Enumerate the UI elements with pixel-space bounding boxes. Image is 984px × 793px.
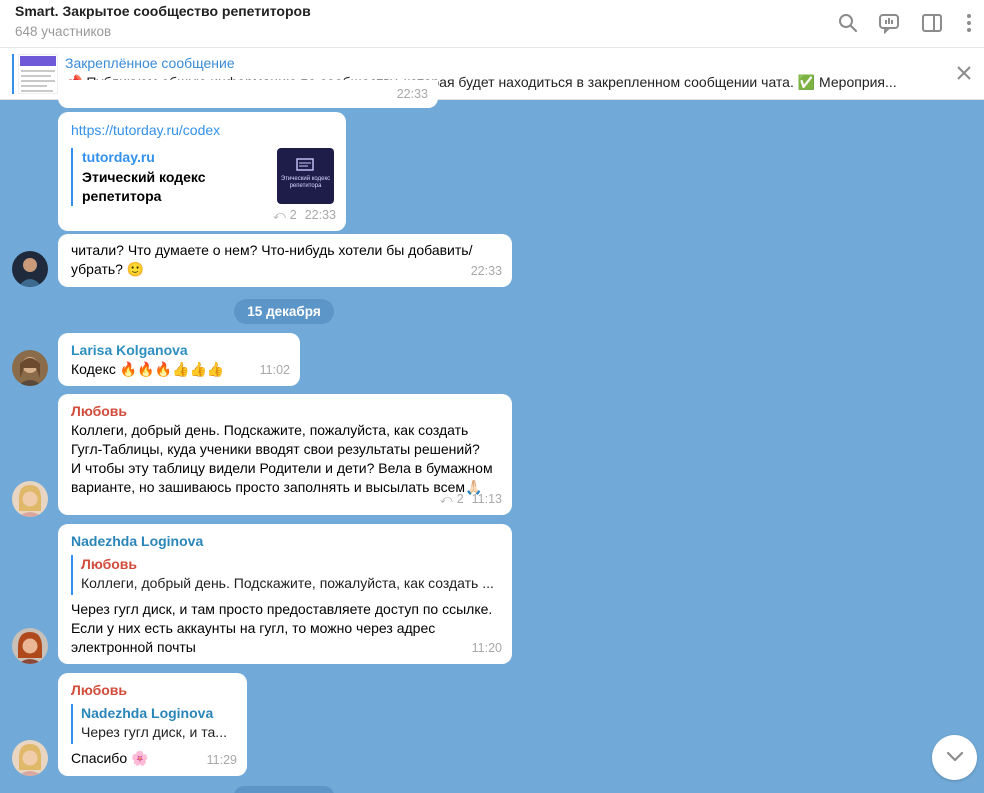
date-separator-partial — [234, 786, 334, 793]
chat-info-icon[interactable] — [876, 10, 902, 36]
reply-icon: ⤺ — [439, 492, 453, 506]
message-bubble[interactable]: Nadezhda Loginova Любовь Коллеги, добрый… — [58, 524, 512, 664]
message-time: 22:33 — [396, 87, 428, 101]
message-time: 11:13 — [471, 492, 502, 506]
avatar[interactable] — [12, 481, 48, 517]
reply-quote[interactable]: Любовь Коллеги, добрый день. Подскажите,… — [71, 555, 501, 595]
chat-title[interactable]: Smart. Закрытое сообщество репетиторов — [15, 3, 311, 19]
reply-quote[interactable]: Nadezhda Loginova Через гугл диск, и та.… — [71, 704, 237, 744]
message-time: 11:20 — [471, 641, 502, 655]
message-meta: ⤺ 2 22:33 — [273, 206, 336, 225]
sender-name[interactable]: Любовь — [71, 681, 127, 700]
message-bubble-cut[interactable]: 22:33 — [58, 80, 438, 108]
scroll-down-button[interactable] — [932, 735, 977, 780]
pinned-thumbnail — [18, 54, 58, 94]
quote-sender: Любовь — [81, 556, 138, 572]
message-meta: ⤺ 2 11:13 — [440, 490, 502, 509]
link-url[interactable]: https://tutorday.ru/codex — [71, 121, 220, 140]
message-time: 11:29 — [206, 753, 237, 767]
sidebar-icon[interactable] — [919, 10, 945, 36]
quote-text: Коллеги, добрый день. Подскажите, пожалу… — [81, 575, 494, 591]
chevron-down-icon — [946, 749, 964, 767]
message-time: 22:33 — [470, 264, 502, 278]
thumbnail-label: Этический кодекс репетитора — [280, 176, 331, 189]
message-text-line2: Гугл-Таблицы, куда ученики вводят свои р… — [71, 441, 480, 457]
message-text-line2: убрать? 🙂 — [71, 261, 145, 277]
message-text-line3: электронной почты — [71, 639, 196, 655]
sender-name[interactable]: Larisa Kolganova — [71, 341, 188, 360]
message-bubble[interactable]: читали? Что думаете о нем? Что-нибудь хо… — [58, 234, 512, 287]
avatar[interactable] — [12, 740, 48, 776]
reply-icon: ⤺ — [272, 208, 286, 222]
date-separator[interactable]: 15 декабря — [234, 299, 334, 324]
message-text-line4: варианте, но зашиваюсь просто заполнять … — [71, 479, 483, 495]
message-text: Спасибо 🌸 — [71, 750, 149, 766]
search-icon[interactable] — [835, 10, 861, 36]
pinned-title: Закреплённое сообщение — [65, 55, 235, 71]
message-text: Кодекс 🔥🔥🔥👍👍👍 — [71, 361, 225, 377]
avatar[interactable] — [12, 251, 48, 287]
sender-name[interactable]: Nadezhda Loginova — [71, 532, 203, 551]
link-site: tutorday.ru — [82, 149, 155, 165]
reply-count[interactable]: 2 — [290, 206, 297, 225]
message-time: 22:33 — [304, 208, 336, 222]
member-count: 648 участников — [15, 24, 112, 39]
reply-count[interactable]: 2 — [457, 490, 464, 509]
message-bubble[interactable]: Любовь Nadezhda Loginova Через гугл диск… — [58, 673, 247, 776]
message-text: Коллеги, добрый день. Подскажите, пожалу… — [71, 422, 469, 438]
more-icon[interactable] — [956, 10, 982, 36]
avatar[interactable] — [12, 350, 48, 386]
message-text: Через гугл диск, и там просто предоставл… — [71, 601, 493, 617]
sender-name[interactable]: Любовь — [71, 402, 127, 421]
chat-header: Smart. Закрытое сообщество репетиторов 6… — [0, 0, 984, 48]
close-icon[interactable] — [953, 62, 975, 84]
message-text-line3: И чтобы эту таблицу видели Родители и де… — [71, 460, 493, 476]
avatar[interactable] — [12, 628, 48, 664]
pinned-accent-bar — [12, 54, 14, 94]
message-time: 11:02 — [259, 363, 290, 377]
link-title: Этический кодекс — [82, 169, 206, 185]
message-text-line2: Если у них есть аккаунты на гугл, то мож… — [71, 620, 436, 636]
message-link-preview[interactable]: https://tutorday.ru/codex tutorday.ru Эт… — [58, 112, 346, 231]
quote-text: Через гугл диск, и та... — [81, 724, 227, 740]
link-title-2: репетитора — [82, 188, 162, 204]
link-thumbnail: Этический кодекс репетитора — [277, 148, 334, 204]
quote-sender: Nadezhda Loginova — [81, 705, 214, 721]
message-bubble[interactable]: Любовь Коллеги, добрый день. Подскажите,… — [58, 394, 512, 515]
message-bubble[interactable]: Larisa Kolganova Кодекс 🔥🔥🔥👍👍👍 11:02 — [58, 333, 300, 386]
message-text: читали? Что думаете о нем? Что-нибудь хо… — [71, 242, 473, 258]
link-preview-card[interactable]: tutorday.ru Этический кодекс репетитора — [71, 148, 251, 206]
